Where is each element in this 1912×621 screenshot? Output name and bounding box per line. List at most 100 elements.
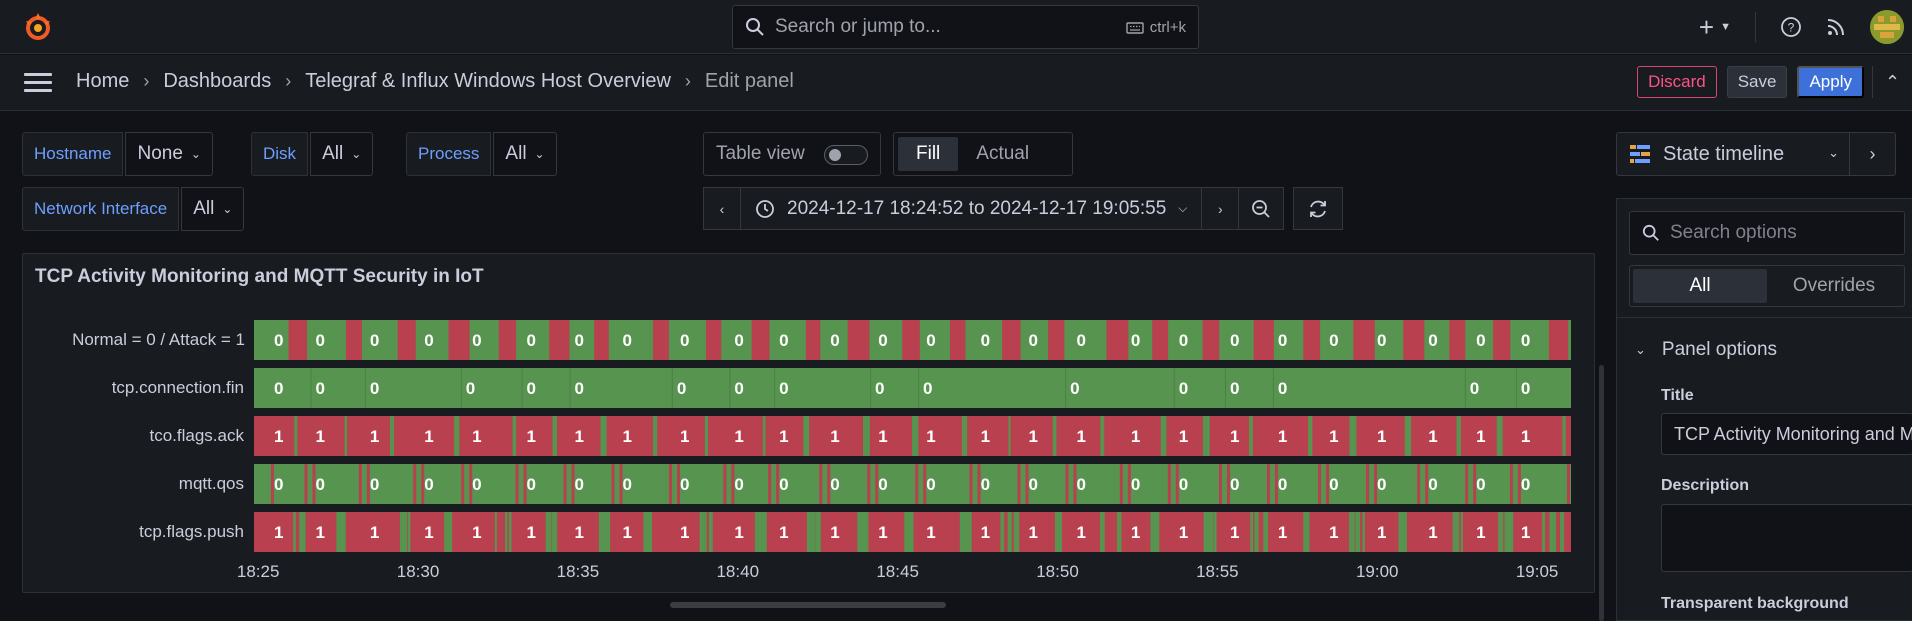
state-segment[interactable] xyxy=(1303,512,1306,552)
state-segment[interactable] xyxy=(1160,416,1167,456)
state-segment[interactable] xyxy=(915,464,919,504)
search-bar[interactable]: Search or jump to... ctrl+k xyxy=(732,5,1199,49)
state-segment[interactable] xyxy=(705,320,722,360)
state-segment[interactable] xyxy=(1506,512,1514,552)
state-segment[interactable] xyxy=(508,512,512,552)
state-segment[interactable] xyxy=(364,368,366,408)
state-segment[interactable] xyxy=(1008,416,1011,456)
state-segment[interactable] xyxy=(598,512,606,552)
state-segment[interactable] xyxy=(1106,320,1129,360)
state-segment[interactable] xyxy=(569,368,571,408)
user-avatar[interactable] xyxy=(1870,10,1904,44)
state-segment[interactable] xyxy=(1549,512,1557,552)
state-segment[interactable] xyxy=(1254,512,1259,552)
state-segment[interactable] xyxy=(310,368,312,408)
state-segment[interactable] xyxy=(545,512,552,552)
state-segment[interactable] xyxy=(304,464,308,504)
tab-all[interactable]: All xyxy=(1633,269,1767,303)
breadcrumb-dashboard[interactable]: Telegraf & Influx Windows Host Overview xyxy=(305,70,671,93)
variable-select[interactable]: All ⌄ xyxy=(493,132,557,176)
state-segment[interactable] xyxy=(521,368,523,408)
state-segment[interactable] xyxy=(1455,512,1460,552)
state-segment[interactable] xyxy=(549,320,570,360)
state-segment[interactable] xyxy=(1007,512,1012,552)
breadcrumb-home[interactable]: Home xyxy=(76,70,129,93)
state-segment[interactable] xyxy=(1052,416,1057,456)
state-segment[interactable] xyxy=(904,512,907,552)
state-segment[interactable] xyxy=(862,416,870,456)
state-segment[interactable] xyxy=(600,416,607,456)
state-segment[interactable] xyxy=(907,512,914,552)
state-segment[interactable] xyxy=(1449,320,1466,360)
state-segment[interactable] xyxy=(870,368,872,408)
state-segment[interactable] xyxy=(446,512,451,552)
visualization-picker[interactable]: State timeline ⌄ › xyxy=(1616,132,1896,176)
state-segment[interactable] xyxy=(498,320,517,360)
state-segment[interactable] xyxy=(1404,416,1412,456)
state-segment[interactable] xyxy=(704,416,709,456)
refresh-button[interactable] xyxy=(1293,187,1344,230)
state-segment[interactable] xyxy=(460,368,462,408)
state-segment[interactable] xyxy=(413,464,417,504)
state-segment[interactable] xyxy=(1017,464,1021,504)
state-segment[interactable] xyxy=(1353,320,1375,360)
state-segment[interactable] xyxy=(1002,320,1021,360)
search-options-input[interactable]: Search options xyxy=(1629,211,1905,255)
state-segment[interactable] xyxy=(1542,512,1546,552)
state-segment[interactable] xyxy=(652,416,658,456)
state-segment[interactable] xyxy=(1263,512,1269,552)
toggle-switch[interactable] xyxy=(824,145,868,165)
tab-overrides[interactable]: Overrides xyxy=(1767,269,1901,303)
state-segment[interactable] xyxy=(454,416,460,456)
state-segment[interactable] xyxy=(1209,512,1214,552)
state-segment[interactable] xyxy=(1496,416,1503,456)
zoom-out-button[interactable] xyxy=(1238,187,1285,230)
state-segment[interactable] xyxy=(867,464,871,504)
state-segment[interactable] xyxy=(1100,416,1105,456)
state-segment[interactable] xyxy=(254,368,1571,408)
state-segment[interactable] xyxy=(407,512,411,552)
state-segment[interactable] xyxy=(336,512,339,552)
menu-toggle-icon[interactable] xyxy=(24,73,52,93)
section-panel-options[interactable]: ⌄ Panel options xyxy=(1635,339,1777,361)
state-segment[interactable] xyxy=(448,320,470,360)
state-segment[interactable] xyxy=(1362,512,1365,552)
state-segment[interactable] xyxy=(669,464,673,504)
state-segment[interactable] xyxy=(1202,416,1210,456)
state-segment[interactable] xyxy=(1102,512,1105,552)
add-new-button[interactable]: + ▼ xyxy=(1699,12,1731,43)
state-segment[interactable] xyxy=(293,512,296,552)
state-segment[interactable] xyxy=(494,512,497,552)
state-segment[interactable] xyxy=(961,416,968,456)
state-segment[interactable] xyxy=(1153,512,1160,552)
state-segment[interactable] xyxy=(861,512,869,552)
state-segment[interactable] xyxy=(806,512,814,552)
state-segment[interactable] xyxy=(1000,512,1005,552)
state-segment[interactable] xyxy=(552,416,558,456)
time-back-button[interactable]: ‹ xyxy=(703,187,741,230)
state-segment[interactable] xyxy=(254,464,1571,504)
state-segment[interactable] xyxy=(1065,464,1069,504)
state-segment[interactable] xyxy=(1403,320,1425,360)
state-segment[interactable] xyxy=(918,368,920,408)
state-segment[interactable] xyxy=(1460,512,1463,552)
state-segment[interactable] xyxy=(1464,368,1466,408)
state-segment[interactable] xyxy=(1493,320,1511,360)
vertical-scrollbar[interactable] xyxy=(1599,365,1604,621)
news-button[interactable] xyxy=(1826,17,1846,37)
state-segment[interactable] xyxy=(389,416,394,456)
state-segment[interactable] xyxy=(708,512,713,552)
state-segment[interactable] xyxy=(1417,464,1421,504)
variable-select[interactable]: None ⌄ xyxy=(125,132,213,176)
state-segment[interactable] xyxy=(344,416,348,456)
state-segment[interactable] xyxy=(1116,512,1122,552)
table-view-toggle[interactable]: Table view xyxy=(703,132,881,176)
state-segment[interactable] xyxy=(1560,512,1565,552)
state-segment[interactable] xyxy=(1213,512,1217,552)
state-segment[interactable] xyxy=(768,464,772,504)
title-input[interactable]: TCP Activity Monitoring and MQTT Securit… xyxy=(1661,413,1912,455)
state-segment[interactable] xyxy=(723,464,727,504)
state-segment[interactable] xyxy=(1398,512,1405,552)
save-button[interactable]: Save xyxy=(1726,66,1788,98)
state-segment[interactable] xyxy=(512,416,517,456)
